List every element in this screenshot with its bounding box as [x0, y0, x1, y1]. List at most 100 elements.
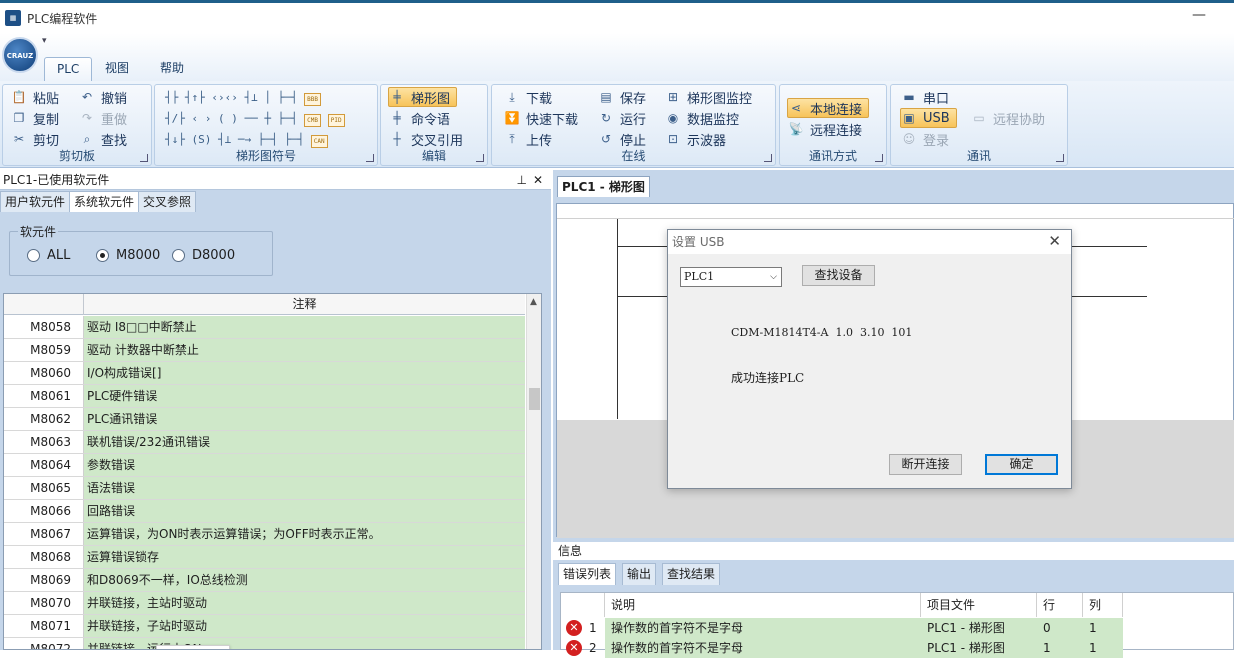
copy-button[interactable]: ❐ 复制 [11, 108, 59, 128]
dialog-launcher-icon[interactable] [366, 154, 374, 162]
find-button[interactable]: ⌕ 查找 [79, 129, 127, 149]
dialog-launcher-icon[interactable] [476, 154, 484, 162]
ladder-symbol-row-1[interactable]: ┤├ ┤↑├ ‹›‹› ┤⊥ │ ├─┤ BBB [165, 91, 322, 106]
remote-assist-button[interactable]: ▭ 远程协助 [971, 108, 1045, 128]
table-row[interactable]: M8067 运算错误，为ON时表示运算错误；为OFF时表示正常。 [4, 523, 525, 546]
table-row[interactable]: M8064 参数错误 [4, 454, 525, 477]
table-row[interactable]: M8062 PLC通讯错误 [4, 408, 525, 431]
vertical-scrollbar[interactable]: ▲ [526, 294, 541, 649]
ladder-symbol-row-2[interactable]: ┤/├ ‹ › ( ) ── ┼ ├─┤ CMB PID [165, 112, 345, 127]
tab-output[interactable]: 输出 [622, 563, 657, 585]
undo-button[interactable]: ↶ 撤销 [79, 87, 127, 107]
device-id: M8058 [4, 316, 84, 338]
oscilloscope-button[interactable]: ⊡ 示波器 [665, 129, 726, 149]
cut-button[interactable]: ✂ 剪切 [11, 129, 59, 149]
device-comment[interactable]: 回路错误 [84, 500, 525, 522]
remote-connection-button[interactable]: 📡 远程连接 [788, 119, 863, 139]
dialog-launcher-icon[interactable] [1056, 154, 1064, 162]
error-row[interactable]: ✕ 1 操作数的首字符不是字母 PLC1 - 梯形图 0 1 [561, 618, 1234, 638]
device-comment[interactable]: 驱动 计数器中断禁止 [84, 339, 525, 361]
ladder-view-button[interactable]: ╪ 梯形图 [388, 87, 458, 107]
stop-button[interactable]: ↺ 停止 [598, 129, 646, 149]
table-row[interactable]: M8070 并联链接，主站时驱动 [4, 592, 525, 615]
radio-all[interactable]: ALL [27, 248, 70, 263]
device-comment[interactable]: I/O构成错误[] [84, 362, 525, 384]
dialog-launcher-icon[interactable] [764, 154, 772, 162]
tab-find-results[interactable]: 查找结果 [662, 563, 721, 585]
table-row[interactable]: M8069 和D8069不一样，IO总线检测 [4, 569, 525, 592]
close-icon[interactable]: ✕ [1048, 232, 1061, 250]
local-connection-button[interactable]: ⋖ 本地连接 [787, 98, 870, 118]
error-row[interactable]: ✕ 2 操作数的首字符不是字母 PLC1 - 梯形图 1 1 [561, 638, 1234, 658]
table-row[interactable]: M8059 驱动 计数器中断禁止 [4, 339, 525, 362]
scroll-up-icon[interactable]: ▲ [530, 297, 537, 307]
device-comment[interactable]: 运算错误，为ON时表示运算错误；为OFF时表示正常。 [84, 523, 525, 545]
usb-button[interactable]: ▣ USB [900, 108, 957, 128]
close-icon[interactable]: ✕ [533, 170, 543, 190]
run-button[interactable]: ↻ 运行 [598, 108, 646, 128]
serial-port-button[interactable]: ▬ 串口 [901, 87, 949, 107]
tab-help[interactable]: 帮助 [148, 57, 196, 81]
table-row[interactable]: M8061 PLC硬件错误 [4, 385, 525, 408]
find-device-button[interactable]: 查找设备 [802, 265, 875, 286]
redo-button[interactable]: ↷ 重做 [79, 108, 127, 128]
table-row[interactable]: M8065 语法错误 [4, 477, 525, 500]
device-comment[interactable]: 参数错误 [84, 454, 525, 476]
table-row[interactable]: M8066 回路错误 [4, 500, 525, 523]
table-row[interactable]: M8068 运算错误锁存 [4, 546, 525, 569]
tab-view[interactable]: 视图 [93, 57, 141, 81]
command-button[interactable]: ╪ 命令语 [389, 108, 450, 128]
header-comment[interactable]: 注释 [84, 294, 525, 315]
radio-dot [27, 249, 40, 262]
dialog-launcher-icon[interactable] [140, 154, 148, 162]
device-comment[interactable]: PLC通讯错误 [84, 408, 525, 430]
upload-button[interactable]: ⤒ 上传 [504, 129, 552, 149]
header-project-file[interactable]: 项目文件 [921, 593, 1037, 617]
table-row[interactable]: M8063 联机错误/232通讯错误 [4, 431, 525, 454]
ok-button[interactable]: 确定 [985, 454, 1058, 475]
table-row[interactable]: M8058 驱动 I8□□中断禁止 [4, 316, 525, 339]
device-comment[interactable]: 并联链接，运行中ON [84, 638, 525, 649]
device-comment[interactable]: 并联链接，主站时驱动 [84, 592, 525, 614]
scroll-thumb[interactable] [529, 388, 540, 410]
fast-download-button[interactable]: ⏬ 快速下载 [504, 108, 579, 128]
table-row[interactable]: M8072 并联链接，运行中ON [4, 638, 525, 649]
quick-access-dropdown-icon[interactable]: ▾ [42, 36, 47, 46]
device-comment[interactable]: 和D8069不一样，IO总线检测 [84, 569, 525, 591]
device-comment[interactable]: 并联链接，子站时驱动 [84, 615, 525, 637]
tab-error-list[interactable]: 错误列表 [558, 563, 617, 585]
tab-cross-reference[interactable]: 交叉参照 [138, 191, 197, 212]
ime-toolbar[interactable]: CH S ▴▾ [156, 645, 230, 649]
dialog-launcher-icon[interactable] [875, 154, 883, 162]
device-comment[interactable]: 语法错误 [84, 477, 525, 499]
ladder-symbol-row-3[interactable]: ┤↓├ (S) ┤⊥ ─→ ├─┤ ├─┤ CAN [165, 133, 328, 148]
header-col[interactable]: 列 [1083, 593, 1123, 617]
header-row[interactable]: 行 [1037, 593, 1083, 617]
tab-ladder-document[interactable]: PLC1 - 梯形图 [557, 176, 650, 197]
radio-m8000[interactable]: M8000 [96, 248, 160, 263]
device-comment[interactable]: 驱动 I8□□中断禁止 [84, 316, 525, 338]
plc-select[interactable]: PLC1 ⌵ [680, 267, 782, 287]
table-row[interactable]: M8060 I/O构成错误[] [4, 362, 525, 385]
radio-d8000[interactable]: D8000 [172, 248, 235, 263]
download-button[interactable]: ⤓ 下载 [504, 87, 552, 107]
app-menu-orb[interactable]: CRAUZ [2, 37, 38, 73]
device-comment[interactable]: 运算错误锁存 [84, 546, 525, 568]
ladder-monitor-button[interactable]: ⊞ 梯形图监控 [665, 87, 752, 107]
save-button[interactable]: ▤ 保存 [598, 87, 646, 107]
minimize-icon[interactable]: — [1192, 7, 1206, 23]
device-comment[interactable]: PLC硬件错误 [84, 385, 525, 407]
tab-plc[interactable]: PLC [44, 57, 93, 81]
login-button[interactable]: ☺ 登录 [901, 129, 949, 149]
cross-reference-button[interactable]: ┼ 交叉引用 [389, 129, 463, 149]
paste-button[interactable]: 📋 粘贴 [11, 87, 60, 107]
window-title: PLC编程软件 [27, 11, 98, 26]
tab-system-devices[interactable]: 系统软元件 [69, 191, 140, 212]
table-row[interactable]: M8071 并联链接，子站时驱动 [4, 615, 525, 638]
disconnect-button[interactable]: 断开连接 [889, 454, 962, 475]
tab-user-devices[interactable]: 用户软元件 [0, 191, 71, 212]
device-comment[interactable]: 联机错误/232通讯错误 [84, 431, 525, 453]
data-monitor-button[interactable]: ◉ 数据监控 [665, 108, 739, 128]
header-description[interactable]: 说明 [605, 593, 921, 617]
pin-icon[interactable]: ⊥ [517, 170, 527, 190]
